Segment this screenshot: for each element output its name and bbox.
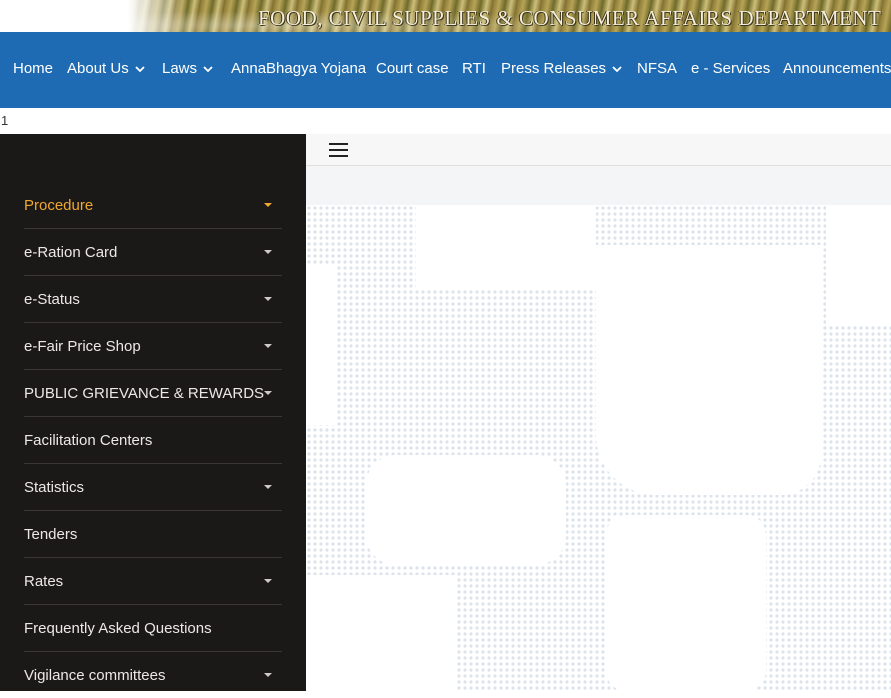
main-navbar: Home About Us Laws AnnaBhagya Yojana Cou… [0, 32, 891, 108]
sidebar-item-e-fair-price-shop[interactable]: e-Fair Price Shop [24, 323, 282, 370]
content-header-band [306, 166, 891, 205]
nav-laws-label: Laws [162, 60, 198, 77]
sidebar-item-vigilance-committees[interactable]: Vigilance committees [24, 652, 282, 698]
nav-annabhagya-label: AnnaBhagya Yojana [231, 60, 367, 77]
sidebar-item-label: Procedure [24, 197, 94, 214]
nav-rti[interactable]: RTI [462, 60, 486, 77]
nav-e-services[interactable]: e - Services [691, 60, 770, 77]
caret-down-icon [264, 673, 272, 677]
sidebar-item-public-grievance[interactable]: PUBLIC GRIEVANCE & REWARDS [24, 370, 282, 417]
nav-announcements[interactable]: Announcements [783, 60, 891, 77]
caret-down-icon [264, 579, 272, 583]
chevron-down-icon [612, 65, 622, 72]
sidebar-item-e-status[interactable]: e-Status [24, 276, 282, 323]
sidebar-item-label: PUBLIC GRIEVANCE & REWARDS [24, 385, 265, 402]
header-banner: FOOD, CIVIL SUPPLIES & CONSUMER AFFAIRS … [0, 0, 891, 32]
nav-nfsa-label: NFSA [637, 60, 678, 77]
nav-press-releases-label: Press Releases [501, 60, 607, 77]
nav-rti-label: RTI [462, 60, 486, 77]
nav-home[interactable]: Home [13, 60, 53, 77]
sidebar-item-label: Frequently Asked Questions [24, 620, 212, 637]
caret-down-icon [264, 391, 272, 395]
caret-down-icon [264, 203, 272, 207]
department-title: FOOD, CIVIL SUPPLIES & CONSUMER AFFAIRS … [258, 6, 882, 30]
sidebar-item-tenders[interactable]: Tenders [24, 511, 282, 558]
nav-about-us-label: About Us [67, 60, 129, 77]
nav-court-case[interactable]: Court case [376, 60, 449, 77]
main-content [306, 166, 891, 691]
sidebar-item-label: Tenders [24, 526, 78, 543]
nav-home-label: Home [13, 60, 54, 77]
chevron-down-icon [135, 65, 145, 72]
nav-about-us[interactable]: About Us [67, 60, 145, 77]
nav-announcements-label: Announcements [783, 60, 891, 77]
sidebar-item-label: e-Ration Card [24, 244, 118, 261]
sidebar-item-rates[interactable]: Rates [24, 558, 282, 605]
sidebar-item-e-ration-card[interactable]: e-Ration Card [24, 229, 282, 276]
world-map-background [306, 205, 891, 691]
visitor-counter: 1 [1, 113, 9, 128]
nav-court-case-label: Court case [376, 60, 449, 77]
chevron-down-icon [203, 65, 213, 72]
sidebar-item-label: Facilitation Centers [24, 432, 153, 449]
caret-down-icon [264, 297, 272, 301]
nav-nfsa[interactable]: NFSA [637, 60, 677, 77]
content-topbar [306, 134, 891, 166]
nav-e-services-label: e - Services [691, 60, 771, 77]
caret-down-icon [264, 344, 272, 348]
nav-press-releases[interactable]: Press Releases [501, 60, 622, 77]
sidebar-item-label: e-Status [24, 291, 80, 308]
sidebar-item-facilitation-centers[interactable]: Facilitation Centers [24, 417, 282, 464]
sidebar-item-label: Vigilance committees [24, 667, 166, 684]
sidebar-item-label: Statistics [24, 479, 85, 496]
sidebar-item-label: Rates [24, 573, 64, 590]
sidebar-item-statistics[interactable]: Statistics [24, 464, 282, 511]
hamburger-icon[interactable] [328, 141, 350, 159]
sidebar-item-procedure[interactable]: Procedure [24, 182, 282, 229]
sidebar-menu: Procedure e-Ration Card e-Status e-Fair … [0, 134, 306, 691]
nav-laws[interactable]: Laws [162, 60, 213, 77]
caret-down-icon [264, 250, 272, 254]
nav-annabhagya-yojana[interactable]: AnnaBhagya Yojana [231, 60, 366, 77]
sidebar-item-label: e-Fair Price Shop [24, 338, 141, 355]
sidebar-item-faq[interactable]: Frequently Asked Questions [24, 605, 282, 652]
caret-down-icon [264, 485, 272, 489]
